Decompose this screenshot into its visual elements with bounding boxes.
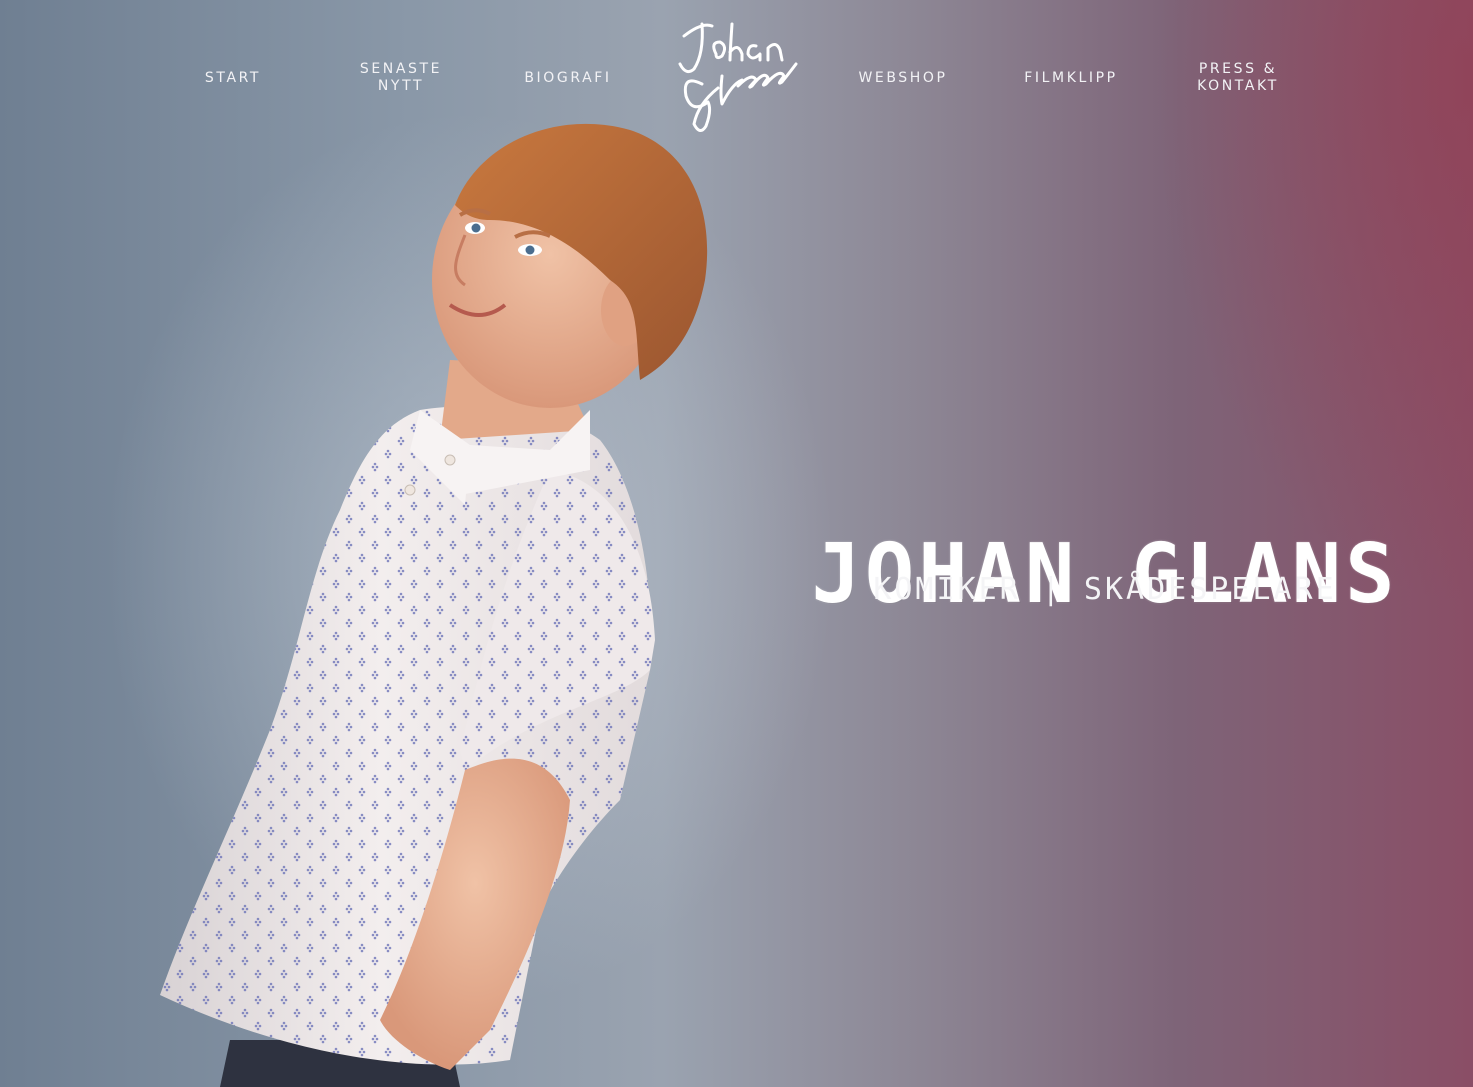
nav-item-webshop[interactable]: WEBSHOP (828, 70, 978, 87)
nav-item-senaste-nytt[interactable]: SENASTE NYTT (326, 61, 476, 95)
nav-item-press-kontakt[interactable]: PRESS & KONTAKT (1163, 61, 1313, 95)
hero-subtitle: KOMIKER | SKÅDESPELARE (873, 572, 1337, 607)
nav-item-start[interactable]: START (158, 70, 308, 87)
nav-item-biografi[interactable]: BIOGRAFI (493, 70, 643, 87)
main-navigation: START SENASTE NYTT BIOGRAFI WEBSHOP FILM… (0, 0, 1473, 150)
nav-item-filmklipp[interactable]: FILMKLIPP (996, 70, 1146, 87)
portrait-photo (160, 123, 708, 1087)
signature-logo-icon[interactable] (672, 14, 800, 140)
hero-section: START SENASTE NYTT BIOGRAFI WEBSHOP FILM… (0, 0, 1473, 1087)
